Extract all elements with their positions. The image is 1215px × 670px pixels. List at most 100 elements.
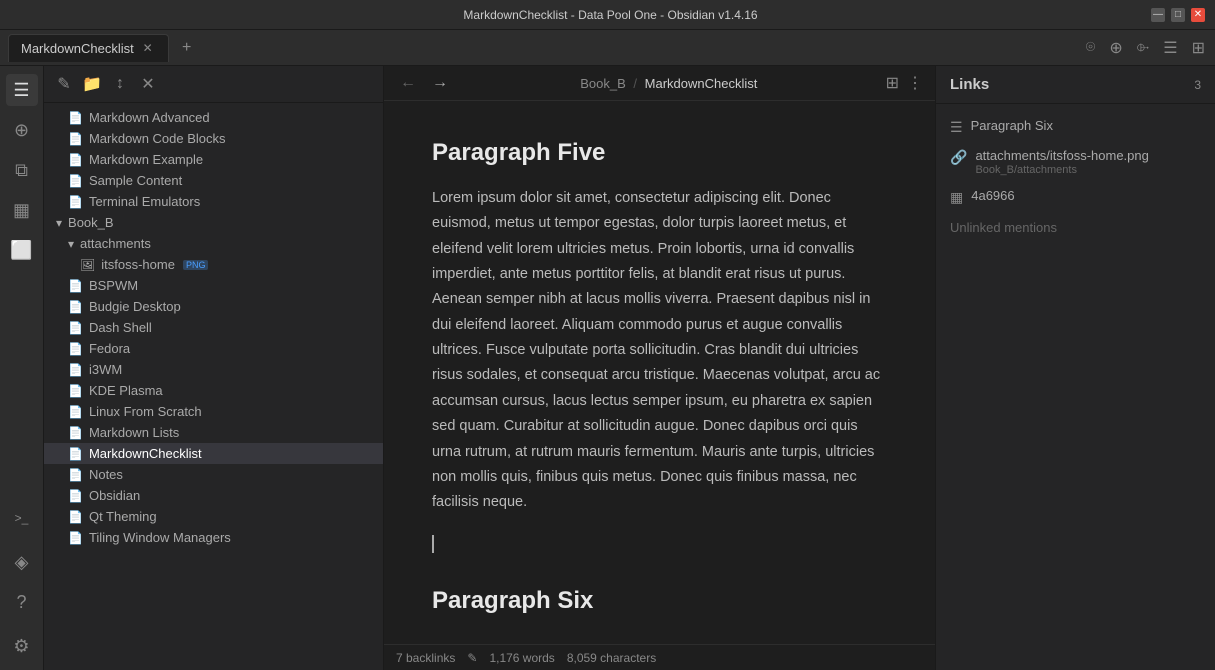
link-item[interactable]: ▦ 4a6966 [936,182,1215,212]
back-link-icon[interactable]: ⌾ [1084,37,1098,59]
nav-files2-icon[interactable]: ⬜ [6,234,38,266]
active-tab[interactable]: MarkdownChecklist ✕ [8,34,169,62]
sort-icon[interactable]: ↕ [108,72,132,96]
image-file-icon: 🖼 [80,258,95,272]
tree-item-label: Obsidian [89,488,140,503]
edit-icon: ✎ [467,651,477,665]
new-note-icon[interactable]: ✎ [52,72,76,96]
list-item[interactable]: 🖼 itsfoss-home PNG [44,254,383,275]
list-item[interactable]: ▾ Book_B [44,212,383,233]
links-panel-header: Links 3 [936,66,1215,104]
list-item[interactable]: 📄 Markdown Code Blocks [44,128,383,149]
toggle-right-panel-icon[interactable]: ⊞ [1190,36,1207,60]
tree-item-label: Qt Theming [89,509,157,524]
tree-item-label: KDE Plasma [89,383,163,398]
list-item[interactable]: 📄 Obsidian [44,485,383,506]
file-icon: 📄 [68,153,83,167]
list-item[interactable]: 📄 i3WM [44,359,383,380]
tree-item-label: attachments [80,236,151,251]
link-item-label: 4a6966 [971,188,1014,203]
nav-help-icon[interactable]: ? [6,586,38,618]
nav-calendar-icon[interactable]: ▦ [6,194,38,226]
list-item[interactable]: 📄 Markdown Example [44,149,383,170]
file-icon: 📄 [68,363,83,377]
list-item[interactable]: 📄 Tiling Window Managers [44,527,383,548]
nav-settings-icon[interactable]: ⚙ [6,630,38,662]
list-item[interactable]: 📄 Terminal Emulators [44,191,383,212]
link-item-label: attachments/itsfoss-home.png [975,148,1148,163]
file-icon: 📄 [68,405,83,419]
file-icon: 📄 [68,489,83,503]
tree-item-label: Markdown Example [89,152,203,167]
editor-header: ← → Book_B / MarkdownChecklist ⊞ ⋮ [384,66,935,101]
list-item[interactable]: 📄 Fedora [44,338,383,359]
nav-tag-icon[interactable]: ◈ [6,546,38,578]
new-folder-icon[interactable]: 📁 [80,72,104,96]
back-button[interactable]: ← [396,72,420,94]
close-button[interactable]: ✕ [1191,8,1205,22]
list-item[interactable]: 📄 KDE Plasma [44,380,383,401]
reading-mode-icon[interactable]: ⊞ [886,73,899,93]
tree-item-label: itsfoss-home [101,257,175,272]
nav-bookmarks-icon[interactable]: ⧉ [6,154,38,186]
file-icon: 📄 [68,195,83,209]
folder-open-icon: ▾ [56,216,62,230]
list-item[interactable]: 📄 Markdown Lists [44,422,383,443]
tab-close-button[interactable]: ✕ [140,40,156,56]
tag-list-icon[interactable]: ⌱ [1135,37,1151,59]
link-item[interactable]: ☰ Paragraph Six [936,112,1215,142]
editor-content[interactable]: Paragraph Five Lorem ipsum dolor sit ame… [384,101,935,644]
new-tab-button[interactable]: + [175,36,199,60]
graph-icon[interactable]: ⊕ [1107,36,1124,60]
backlinks-count[interactable]: 7 backlinks [396,651,455,665]
list-item[interactable]: 📄 BSPWM [44,275,383,296]
list-item[interactable]: 📄 Notes [44,464,383,485]
embed-link-icon: ▦ [950,189,963,206]
tree-item-label: i3WM [89,362,122,377]
nav-search-icon[interactable]: ⊕ [6,114,38,146]
tree-item-label: Linux From Scratch [89,404,202,419]
list-item[interactable]: 📄 Dash Shell [44,317,383,338]
tree-item-label: MarkdownChecklist [89,446,202,461]
png-badge: PNG [183,260,209,270]
tree-item-label: Markdown Advanced [89,110,210,125]
list-item[interactable]: ▾ attachments [44,233,383,254]
list-item[interactable]: 📄 Budgie Desktop [44,296,383,317]
char-count: 8,059 characters [567,651,656,665]
file-icon: 📄 [68,342,83,356]
file-icon: 📄 [68,426,83,440]
nav-files-icon[interactable]: ☰ [6,74,38,106]
list-item[interactable]: 📄 Qt Theming [44,506,383,527]
links-panel: Links 3 ☰ Paragraph Six 🔗 attachments/it… [935,66,1215,670]
links-panel-content: ☰ Paragraph Six 🔗 attachments/itsfoss-ho… [936,104,1215,670]
breadcrumb-parent[interactable]: Book_B [580,76,626,91]
tree-item-label: BSPWM [89,278,138,293]
tree-item-label: Dash Shell [89,320,152,335]
more-options-icon[interactable]: ⋮ [907,73,923,93]
link-item-text-group: attachments/itsfoss-home.png Book_B/atta… [975,148,1148,176]
list-item[interactable]: 📄 Markdown Advanced [44,107,383,128]
file-icon: 📄 [68,447,83,461]
editor-footer: 7 backlinks ✎ 1,176 words 8,059 characte… [384,644,935,670]
tree-item-label: Terminal Emulators [89,194,200,209]
nav-terminal-icon[interactable]: >_ [6,502,38,534]
maximize-button[interactable]: □ [1171,8,1185,22]
tree-item-label: Markdown Code Blocks [89,131,226,146]
tree-item-label: Notes [89,467,123,482]
minimize-button[interactable]: — [1151,8,1165,22]
forward-button[interactable]: → [428,72,452,94]
list-item[interactable]: 📄 Sample Content [44,170,383,191]
editor-header-icons: ⊞ ⋮ [886,73,923,93]
collapse-icon[interactable]: ✕ [136,72,160,96]
link-item[interactable]: 🔗 attachments/itsfoss-home.png Book_B/at… [936,142,1215,182]
list-item[interactable]: 📄 Linux From Scratch [44,401,383,422]
sidebar-toolbar: ✎ 📁 ↕ ✕ [44,66,383,103]
tree-item-label: Budgie Desktop [89,299,181,314]
tabbar-right-icons: ⌾ ⊕ ⌱ ☰ ⊞ [1084,36,1207,60]
editor-area: ← → Book_B / MarkdownChecklist ⊞ ⋮ Parag… [384,66,935,670]
list-item[interactable]: 📄 MarkdownChecklist [44,443,383,464]
file-tree: 📄 Markdown Advanced 📄 Markdown Code Bloc… [44,103,383,670]
link-item-text-group: Paragraph Six [971,118,1053,133]
outline-icon[interactable]: ☰ [1161,36,1179,60]
links-count: 3 [1194,78,1201,92]
